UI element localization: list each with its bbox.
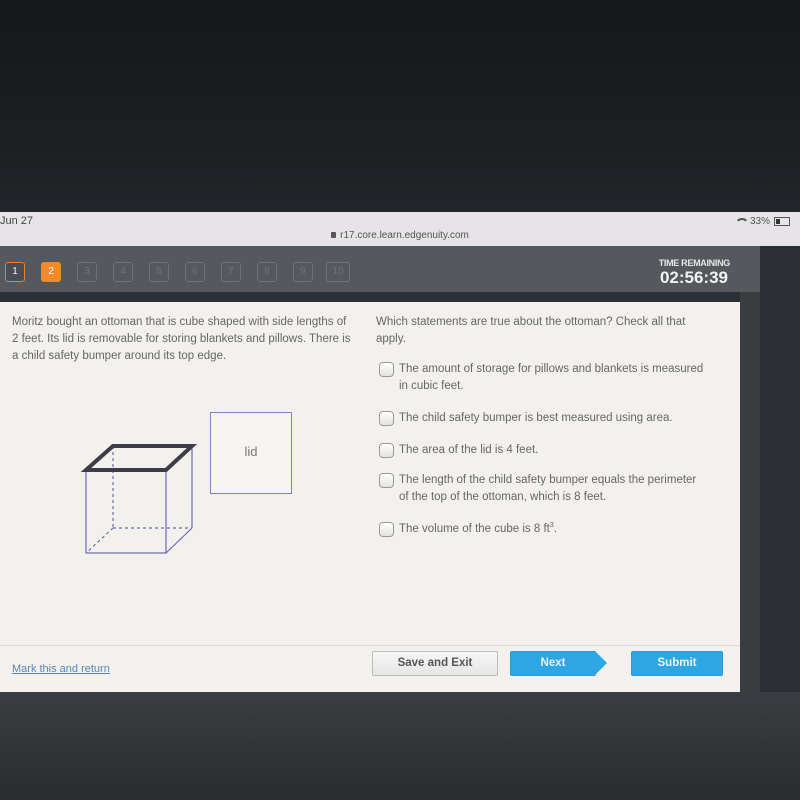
screen-bezel xyxy=(0,0,800,212)
timer-value: 02:56:39 xyxy=(659,268,728,287)
checkbox[interactable] xyxy=(379,443,394,458)
battery-icon xyxy=(774,217,790,226)
question-nav-5[interactable]: 5 xyxy=(149,262,169,282)
question-stem: Moritz bought an ottoman that is cube sh… xyxy=(12,316,351,362)
question-nav-1[interactable]: 1 xyxy=(5,262,25,282)
status-date: Jun 27 xyxy=(0,215,34,227)
answer-option-4[interactable]: The length of the child safety bumper eq… xyxy=(379,472,709,506)
footer-divider xyxy=(0,645,740,646)
cube-front-face xyxy=(85,469,167,554)
timer-label: TIME REMAINING xyxy=(658,258,731,268)
checkbox[interactable] xyxy=(379,522,394,537)
hidden-edge xyxy=(85,527,114,554)
checkbox[interactable] xyxy=(379,473,394,488)
checkbox[interactable] xyxy=(379,362,394,377)
address-url: r17.core.learn.edgenuity.com xyxy=(340,230,469,241)
cube-edge xyxy=(165,527,193,554)
mark-and-return-link[interactable]: Mark this and return xyxy=(12,663,110,675)
answer-option-5[interactable]: The volume of the cube is 8 ft3. xyxy=(379,521,709,538)
battery-percent: 33% xyxy=(749,216,770,227)
question-prompt: Which statements are true about the otto… xyxy=(376,316,686,345)
cube-diagram xyxy=(80,444,198,554)
browser-status-bar: Jun 27 r17.core.learn.edgenuity.com 33% xyxy=(0,212,800,246)
answer-option-2[interactable]: The child safety bumper is best measured… xyxy=(379,410,709,427)
wifi-icon xyxy=(734,217,749,226)
address-bar[interactable]: r17.core.learn.edgenuity.com xyxy=(0,230,800,241)
question-nav-4[interactable]: 4 xyxy=(113,262,133,282)
answer-option-1[interactable]: The amount of storage for pillows and bl… xyxy=(379,361,709,395)
option-text: The child safety bumper is best measured… xyxy=(399,412,673,424)
question-nav-10[interactable]: 10 xyxy=(326,262,350,282)
next-arrow-icon[interactable] xyxy=(595,651,607,675)
question-nav-2[interactable]: 2 xyxy=(41,262,61,282)
question-nav-9[interactable]: 9 xyxy=(293,262,313,282)
lock-icon xyxy=(331,232,337,239)
option-text: The amount of storage for pillows and bl… xyxy=(399,363,704,392)
option-text: The length of the child safety bumper eq… xyxy=(399,474,697,503)
status-indicators: 33% xyxy=(734,216,790,227)
lid-diagram: lid xyxy=(210,412,292,494)
submit-button[interactable]: Submit xyxy=(631,651,723,676)
question-nav-3[interactable]: 3 xyxy=(77,262,97,282)
answer-option-3[interactable]: The area of the lid is 4 feet. xyxy=(379,442,709,459)
checkbox[interactable] xyxy=(379,411,394,426)
option-text: The area of the lid is 4 feet. xyxy=(399,444,539,456)
save-and-exit-button[interactable]: Save and Exit xyxy=(372,651,498,676)
screen-bottom xyxy=(0,692,800,800)
question-nav-8[interactable]: 8 xyxy=(257,262,277,282)
quiz-header: 1 2 3 4 5 6 7 8 9 10 TIME REMAINING 02:5… xyxy=(0,246,760,292)
question-nav-7[interactable]: 7 xyxy=(221,262,241,282)
panel-shadow xyxy=(740,292,760,692)
safety-bumper xyxy=(80,444,198,472)
question-nav-6[interactable]: 6 xyxy=(185,262,205,282)
next-button[interactable]: Next xyxy=(510,651,596,676)
option-text: The volume of the cube is 8 ft3. xyxy=(399,522,557,535)
